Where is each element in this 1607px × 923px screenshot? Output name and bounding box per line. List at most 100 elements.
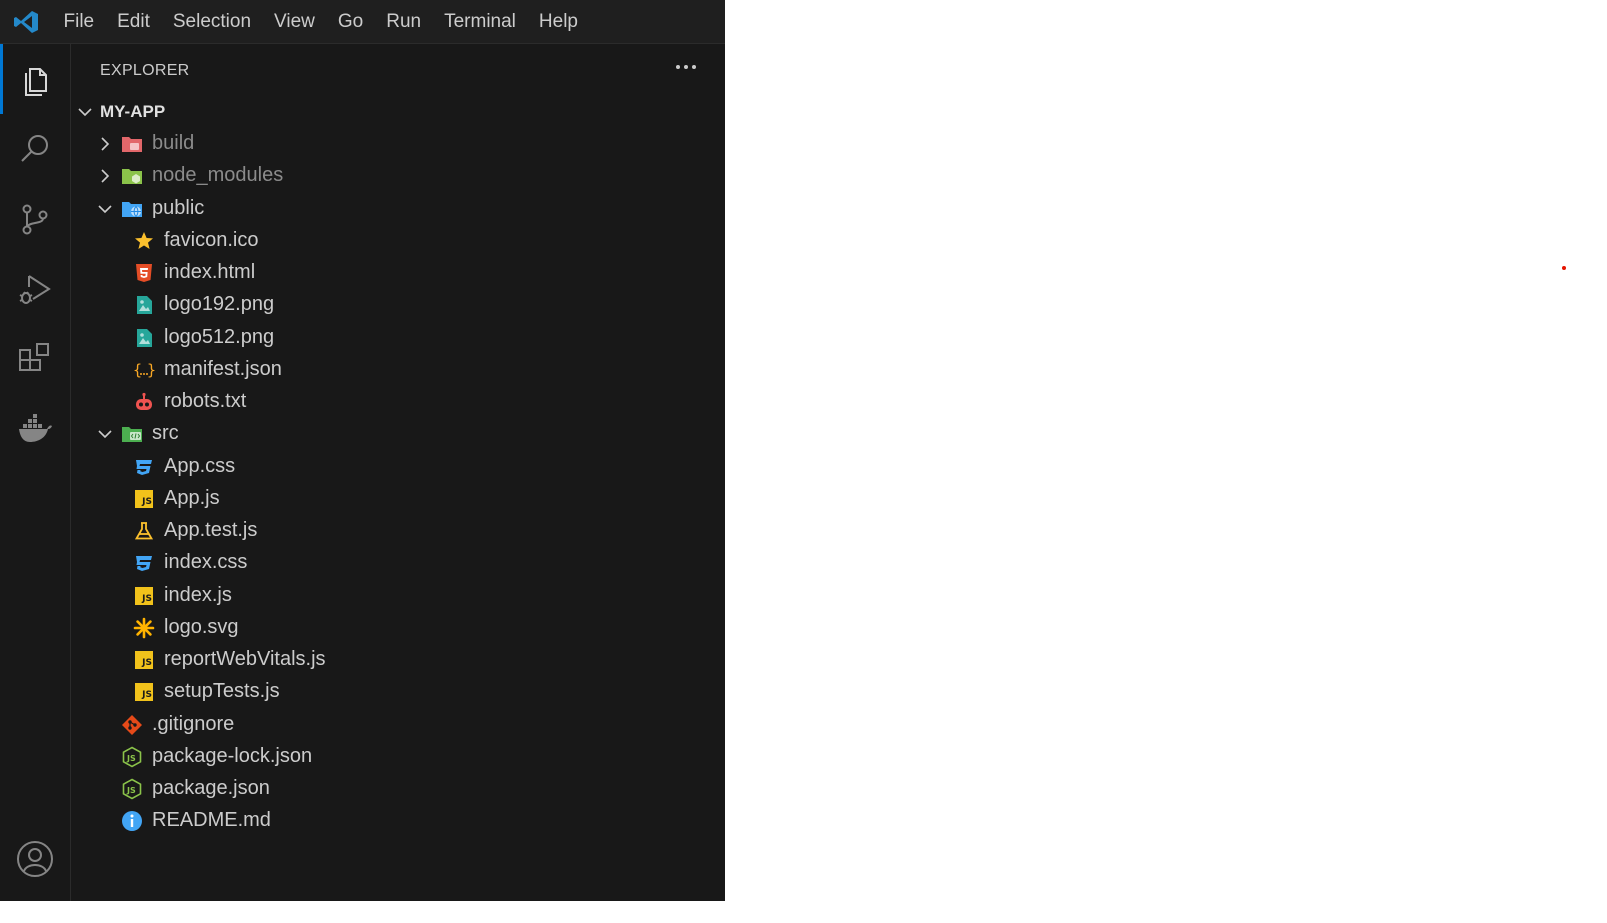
menu-help[interactable]: Help [527,0,589,43]
tree-file-row[interactable]: JS reportWebVitals.js [71,644,725,676]
tree-file-row[interactable]: JS index.js [71,580,725,612]
tree-file-row[interactable]: JS package.json [71,773,725,805]
tree-item-label: setupTests.js [164,680,280,703]
tree-file-row[interactable]: favicon.ico [71,225,725,257]
tree-item-label: favicon.ico [164,228,259,251]
tree-item-label: App.test.js [164,519,258,541]
root-folder-label: MY-APP [100,102,166,121]
tree-item-label: build [152,132,195,154]
menu-edit[interactable]: Edit [106,0,162,43]
explorer-icon[interactable] [0,44,70,114]
tree-item-label: logo512.png [164,325,275,348]
chevron-down-icon[interactable] [97,426,113,447]
tree-file-row[interactable]: App.css [71,451,725,483]
tree-item-label: package-lock.json [152,744,313,767]
tree-folder-row[interactable]: build [71,128,725,160]
tree-folder-row[interactable]: node_modules [71,160,725,192]
chevron-right-icon[interactable] [97,168,113,189]
info-icon [121,810,143,832]
activity-bar [0,44,71,901]
tree-item-label: src [152,422,179,445]
tree-file-row[interactable]: index.css [71,547,725,579]
tree-item-label: index.html [164,261,256,283]
tree-item-label: index.css [164,551,248,574]
tree-item-label: index.js [164,583,232,606]
tree-item-label: README.md [152,809,271,832]
tree-item-label: node_modules [152,164,284,187]
red-dot-marker [1562,266,1566,270]
more-actions-icon[interactable] [675,56,697,78]
tree-file-row[interactable]: README.md [71,805,725,837]
tree-file-row[interactable]: App.test.js [71,515,725,547]
nodejs-icon: JS [121,778,143,800]
tree-item-label: .gitignore [152,712,235,735]
tree-file-row[interactable]: {} manifest.json [71,354,725,386]
tree-item-label: package.json [152,777,270,799]
vscode-window: File Edit Selection View Go Run Terminal Help [0,0,725,901]
js-icon: JS [133,681,155,703]
css-icon [133,552,155,574]
folder-build-icon [121,133,143,155]
svg-text:JS: JS [126,754,136,763]
folder-src-icon [121,423,143,445]
tree-item-label: reportWebVitals.js [164,648,326,670]
menu-bar: File Edit Selection View Go Run Terminal Help [0,0,725,44]
tree-file-row[interactable]: logo512.png [71,322,725,354]
image-icon [133,294,155,316]
js-icon: JS [133,649,155,671]
tree-file-row[interactable]: index.html [71,257,725,289]
image-icon [133,327,155,349]
menu-go[interactable]: Go [326,0,374,43]
docker-icon[interactable] [0,394,70,464]
svg-text:}: } [147,361,155,379]
tree-folder-row[interactable]: src [71,418,725,450]
tree-file-row[interactable]: robots.txt [71,386,725,418]
folder-public-icon [121,198,143,220]
tree-file-row[interactable]: JS package-lock.json [71,741,725,773]
tree-item-label: public [152,196,205,219]
html-icon [133,262,155,284]
tree-file-row[interactable]: logo.svg [71,612,725,644]
tree-item-label: App.css [164,454,236,477]
tree-file-row[interactable]: JS App.js [71,483,725,515]
menu-file[interactable]: File [52,0,106,43]
explorer-sidebar: EXPLORER MY-APP build node_modulespublic f… [71,44,725,901]
test-flask-icon [133,520,155,542]
svg-text:JS: JS [126,786,136,795]
git-icon [121,714,143,736]
js-icon: JS [133,488,155,510]
tree-item-label: logo192.png [164,293,275,316]
svg-icon [133,617,155,639]
source-control-icon[interactable] [0,184,70,254]
menu-selection[interactable]: Selection [161,0,262,43]
json-icon: {} [133,359,155,381]
tree-item-label: manifest.json [164,357,282,380]
extensions-icon[interactable] [0,324,70,394]
chevron-down-icon [77,104,93,125]
account-icon[interactable] [0,824,70,894]
nodejs-icon: JS [121,746,143,768]
explorer-root-folder[interactable]: MY-APP [71,96,725,128]
explorer-title: EXPLORER [100,62,190,79]
svg-text:{: { [133,361,142,379]
vscode-logo-icon [0,0,52,43]
js-icon: JS [133,585,155,607]
tree-file-row[interactable]: JS setupTests.js [71,676,725,708]
run-debug-icon[interactable] [0,254,70,324]
menu-view[interactable]: View [263,0,327,43]
favicon-icon [133,230,155,252]
tree-item-label: robots.txt [164,390,247,412]
tree-item-label: logo.svg [164,615,239,638]
menu-terminal[interactable]: Terminal [433,0,528,43]
search-icon[interactable] [0,114,70,184]
tree-item-label: App.js [164,486,220,509]
css-icon [133,456,155,478]
chevron-right-icon[interactable] [97,136,113,157]
tree-file-row[interactable]: .gitignore [71,709,725,741]
robot-icon [133,391,155,413]
folder-node-icon [121,165,143,187]
chevron-down-icon[interactable] [97,201,113,222]
menu-run[interactable]: Run [375,0,433,43]
tree-folder-row[interactable]: public [71,193,725,225]
tree-file-row[interactable]: logo192.png [71,289,725,321]
